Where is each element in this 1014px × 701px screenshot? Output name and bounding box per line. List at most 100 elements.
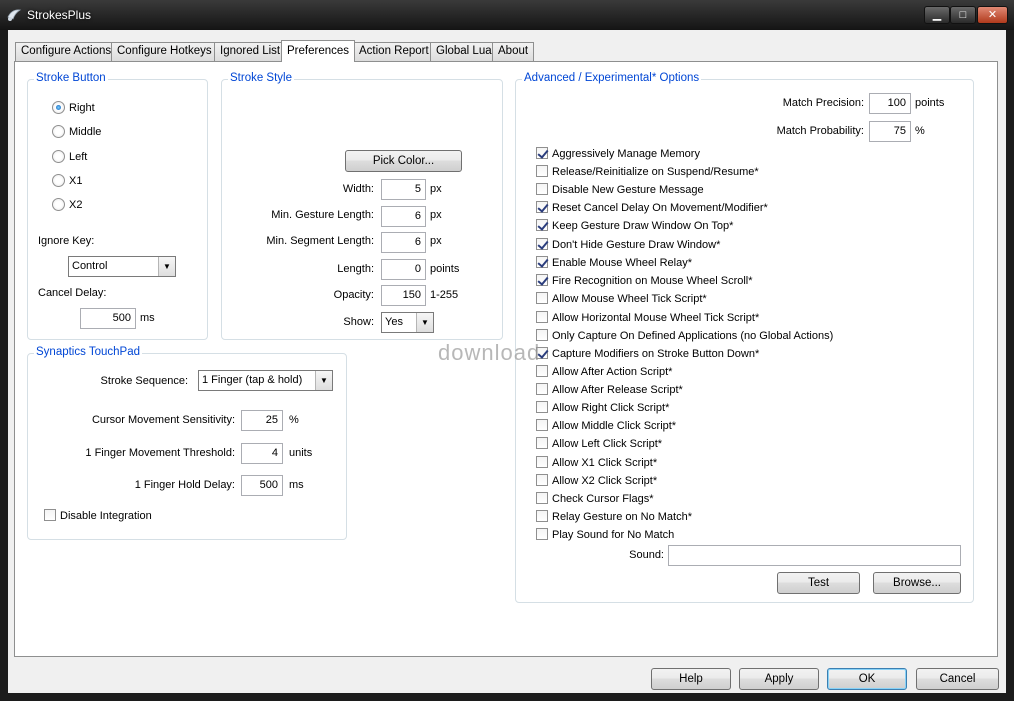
- option-allow-after-action-script[interactable]: Allow After Action Script*: [536, 365, 672, 378]
- option-allow-right-click-script[interactable]: Allow Right Click Script*: [536, 401, 669, 414]
- min-gesture-input[interactable]: 6: [381, 206, 426, 227]
- checkbox-box[interactable]: [536, 256, 548, 268]
- checkbox-box[interactable]: [536, 292, 548, 304]
- close-button[interactable]: ✕: [977, 6, 1008, 24]
- hold-delay-input[interactable]: 500: [241, 475, 283, 496]
- option-allow-left-click-script[interactable]: Allow Left Click Script*: [536, 437, 662, 450]
- checkbox-box[interactable]: [536, 510, 548, 522]
- tab-configure-actions[interactable]: Configure Actions: [15, 42, 118, 61]
- option-allow-horizontal-wheel-tick-script[interactable]: Allow Horizontal Mouse Wheel Tick Script…: [536, 311, 759, 324]
- radio-circle[interactable]: [52, 125, 65, 138]
- apply-button[interactable]: Apply: [739, 668, 819, 690]
- watermark: download: [438, 340, 541, 365]
- sensitivity-input[interactable]: 25: [241, 410, 283, 431]
- show-select[interactable]: Yes ▼: [381, 312, 434, 333]
- tab-about[interactable]: About: [492, 42, 535, 61]
- match-probability-unit: %: [915, 125, 925, 137]
- ok-button[interactable]: OK: [827, 668, 907, 690]
- radio-circle[interactable]: [52, 174, 65, 187]
- checkbox-box[interactable]: [536, 201, 548, 213]
- radio-circle[interactable]: [52, 198, 65, 211]
- radio-middle[interactable]: Middle: [52, 125, 101, 138]
- min-segment-input[interactable]: 6: [381, 232, 426, 253]
- pick-color-button[interactable]: Pick Color...: [345, 150, 462, 172]
- stroke-sequence-select[interactable]: 1 Finger (tap & hold) ▼: [198, 370, 333, 391]
- option-play-sound-no-match[interactable]: Play Sound for No Match: [536, 528, 674, 541]
- option-allow-x2-click-script[interactable]: Allow X2 Click Script*: [536, 474, 657, 487]
- option-reset-cancel-delay[interactable]: Reset Cancel Delay On Movement/Modifier*: [536, 201, 768, 214]
- radio-right[interactable]: Right: [52, 101, 95, 114]
- radio-x1[interactable]: X1: [52, 174, 82, 187]
- disable-integration-checkbox[interactable]: Disable Integration: [44, 509, 152, 522]
- cancel-button[interactable]: Cancel: [916, 668, 999, 690]
- option-only-capture-defined-apps[interactable]: Only Capture On Defined Applications (no…: [536, 329, 833, 342]
- checkbox-box[interactable]: [536, 401, 548, 413]
- option-check-cursor-flags[interactable]: Check Cursor Flags*: [536, 492, 653, 505]
- length-input[interactable]: 0: [381, 259, 426, 280]
- checkbox-box[interactable]: [536, 365, 548, 377]
- checkbox-box[interactable]: [536, 474, 548, 486]
- checkbox-box[interactable]: [536, 528, 548, 540]
- checkbox-box[interactable]: [536, 238, 548, 250]
- checkbox-label: Allow After Release Script*: [552, 384, 683, 396]
- option-allow-wheel-tick-script[interactable]: Allow Mouse Wheel Tick Script*: [536, 292, 707, 305]
- match-probability-input[interactable]: 75: [869, 121, 911, 142]
- checkbox-box[interactable]: [536, 274, 548, 286]
- tab-global-lua[interactable]: Global Lua: [430, 42, 498, 61]
- browse-button[interactable]: Browse...: [873, 572, 961, 594]
- option-aggressively-manage-memory[interactable]: Aggressively Manage Memory: [536, 147, 700, 160]
- checkbox-box[interactable]: [536, 183, 548, 195]
- tab-configure-hotkeys[interactable]: Configure Hotkeys: [111, 42, 218, 61]
- tab-ignored-list[interactable]: Ignored List: [214, 42, 287, 61]
- option-keep-draw-window-on-top[interactable]: Keep Gesture Draw Window On Top*: [536, 219, 733, 232]
- checkbox-box[interactable]: [536, 456, 548, 468]
- checkbox-box[interactable]: [536, 219, 548, 231]
- threshold-input[interactable]: 4: [241, 443, 283, 464]
- checkbox-box[interactable]: [536, 437, 548, 449]
- chevron-down-icon[interactable]: ▼: [315, 371, 332, 390]
- checkbox-label: Aggressively Manage Memory: [552, 148, 700, 160]
- checkbox-label: Enable Mouse Wheel Relay*: [552, 257, 693, 269]
- option-allow-middle-click-script[interactable]: Allow Middle Click Script*: [536, 419, 676, 432]
- radio-circle[interactable]: [52, 101, 65, 114]
- match-precision-input[interactable]: 100: [869, 93, 911, 114]
- checkbox-label: Release/Reinitialize on Suspend/Resume*: [552, 166, 759, 178]
- radio-x2[interactable]: X2: [52, 198, 82, 211]
- cancel-delay-input[interactable]: 500: [80, 308, 136, 329]
- minimize-button[interactable]: ▁: [924, 6, 950, 24]
- option-disable-new-gesture-message[interactable]: Disable New Gesture Message: [536, 183, 704, 196]
- option-dont-hide-draw-window[interactable]: Don't Hide Gesture Draw Window*: [536, 238, 720, 251]
- sound-input[interactable]: [668, 545, 961, 566]
- checkbox-box[interactable]: [536, 165, 548, 177]
- option-capture-modifiers[interactable]: Capture Modifiers on Stroke Button Down*: [536, 347, 759, 360]
- checkbox-box[interactable]: [536, 311, 548, 323]
- help-button[interactable]: Help: [651, 668, 731, 690]
- option-enable-mouse-wheel-relay[interactable]: Enable Mouse Wheel Relay*: [536, 256, 692, 269]
- test-button[interactable]: Test: [777, 572, 860, 594]
- chevron-down-icon[interactable]: ▼: [416, 313, 433, 332]
- checkbox-box[interactable]: [536, 147, 548, 159]
- ignore-key-select[interactable]: Control ▼: [68, 256, 176, 277]
- tab-action-report[interactable]: Action Report: [353, 42, 435, 61]
- title-bar[interactable]: StrokesPlus ▁ □ ✕: [0, 0, 1014, 30]
- option-allow-after-release-script[interactable]: Allow After Release Script*: [536, 383, 683, 396]
- checkbox-label: Allow Right Click Script*: [552, 402, 670, 414]
- option-release-reinitialize[interactable]: Release/Reinitialize on Suspend/Resume*: [536, 165, 759, 178]
- checkbox-box[interactable]: [536, 419, 548, 431]
- radio-circle[interactable]: [52, 150, 65, 163]
- tab-preferences[interactable]: Preferences: [281, 40, 356, 62]
- advanced-options-title: Advanced / Experimental* Options: [522, 72, 702, 84]
- checkbox-box[interactable]: [536, 492, 548, 504]
- opacity-input[interactable]: 150: [381, 285, 426, 306]
- option-allow-x1-click-script[interactable]: Allow X1 Click Script*: [536, 456, 657, 469]
- option-fire-recognition-wheel-scroll[interactable]: Fire Recognition on Mouse Wheel Scroll*: [536, 274, 753, 287]
- maximize-button[interactable]: □: [950, 6, 976, 24]
- stroke-style-title: Stroke Style: [228, 72, 294, 84]
- chevron-down-icon[interactable]: ▼: [158, 257, 175, 276]
- app-icon: [7, 9, 22, 21]
- checkbox-box[interactable]: [44, 509, 56, 521]
- width-input[interactable]: 5: [381, 179, 426, 200]
- checkbox-box[interactable]: [536, 383, 548, 395]
- radio-left[interactable]: Left: [52, 150, 87, 163]
- option-relay-gesture-no-match[interactable]: Relay Gesture on No Match*: [536, 510, 692, 523]
